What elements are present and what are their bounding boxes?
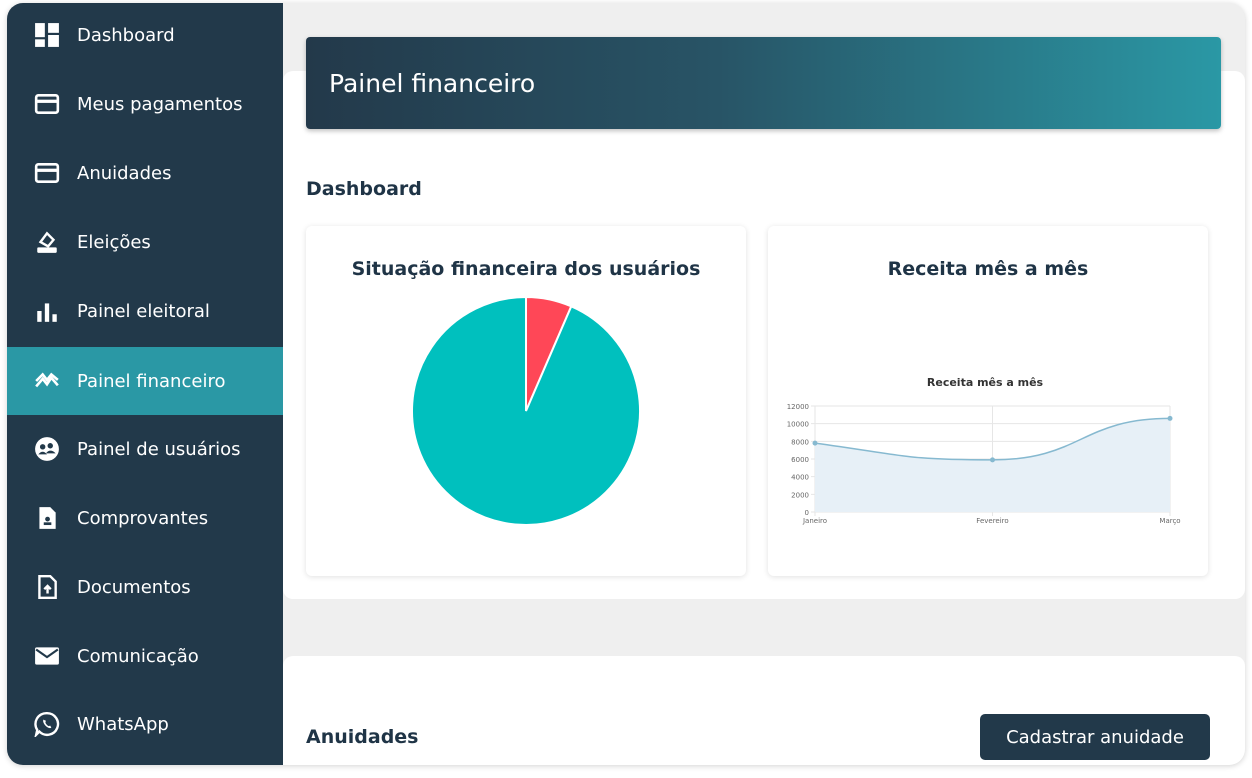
sidebar-item-label: Meus pagamentos: [77, 93, 243, 115]
trend-icon: [33, 367, 61, 395]
page-title-banner: Painel financeiro: [306, 37, 1221, 129]
document-upload-icon: [33, 573, 61, 601]
ballot-icon: [33, 228, 61, 256]
receipt-icon: [33, 504, 61, 532]
sidebar-item-label: Anuidades: [77, 162, 172, 184]
credit-card-icon: [33, 159, 61, 187]
y-tick-label: 4000: [791, 474, 809, 482]
anuidades-title: Anuidades: [306, 726, 419, 748]
dashboard-icon: [33, 21, 61, 49]
whatsapp-icon: [33, 710, 61, 738]
page-title: Painel financeiro: [329, 68, 536, 98]
y-tick-label: 0: [805, 509, 809, 517]
data-point[interactable]: [1167, 415, 1173, 421]
sidebar-item-label: Comunicação: [77, 645, 199, 667]
sidebar-item-painel-financeiro[interactable]: Painel financeiro: [7, 347, 283, 415]
mail-icon: [33, 642, 61, 670]
sidebar-item-comunicacao[interactable]: Comunicação: [7, 622, 283, 690]
dashboard-title: Dashboard: [306, 178, 422, 200]
pie-chart-card: Situação financeira dos usuários: [306, 226, 746, 576]
sidebar-item-anuidades[interactable]: Anuidades: [7, 139, 283, 207]
y-tick-label: 6000: [791, 456, 809, 464]
sidebar-item-label: Dashboard: [77, 24, 175, 46]
sidebar: Dashboard Meus pagamentos Anuidades Elei…: [7, 3, 283, 765]
sidebar-item-eleicoes[interactable]: Eleições: [7, 208, 283, 276]
area-chart: Receita mês a mês 0 2000 4000 6000 8000 10000 1…: [787, 376, 1181, 525]
sidebar-item-label: Painel financeiro: [77, 370, 226, 392]
line-chart-card: Receita mês a mês Receita mês a mês 0 2000…: [768, 226, 1208, 576]
main-content: Painel financeiro Dashboard Situação fin…: [283, 3, 1245, 765]
y-tick-label: 12000: [787, 403, 809, 411]
sidebar-item-comprovantes[interactable]: Comprovantes: [7, 484, 283, 552]
pie-slice-1[interactable]: [411, 295, 641, 526]
sidebar-item-label: Painel eleitoral: [77, 300, 210, 322]
sidebar-item-label: WhatsApp: [77, 713, 169, 735]
sidebar-item-documentos[interactable]: Documentos: [7, 553, 283, 621]
app-window: Dashboard Meus pagamentos Anuidades Elei…: [7, 3, 1245, 765]
sidebar-item-dashboard[interactable]: Dashboard: [7, 3, 283, 69]
x-tick-label: Fevereiro: [976, 517, 1008, 525]
sidebar-item-label: Comprovantes: [77, 507, 209, 529]
data-point[interactable]: [990, 457, 995, 463]
sidebar-item-meus-pagamentos[interactable]: Meus pagamentos: [7, 70, 283, 138]
sidebar-item-whatsapp[interactable]: WhatsApp: [7, 690, 283, 758]
bar-chart-icon: [33, 297, 61, 325]
users-icon: [33, 435, 61, 463]
y-tick-label: 2000: [791, 491, 809, 499]
sidebar-item-painel-eleitoral[interactable]: Painel eleitoral: [7, 277, 283, 345]
y-tick-label: 10000: [787, 421, 809, 429]
chart-inner-title: Receita mês a mês: [927, 376, 1044, 389]
y-tick-label: 8000: [791, 438, 809, 446]
data-point[interactable]: [812, 440, 818, 446]
pie-chart: [411, 295, 641, 526]
credit-card-icon: [33, 90, 61, 118]
sidebar-item-label: Documentos: [77, 576, 191, 598]
sidebar-item-label: Eleições: [77, 231, 151, 253]
add-anuidade-button[interactable]: Cadastrar anuidade: [980, 714, 1210, 760]
x-tick-label: Março: [1159, 517, 1180, 525]
x-tick-label: Janeiro: [802, 517, 827, 525]
sidebar-item-label: Painel de usuários: [77, 438, 241, 460]
sidebar-item-painel-de-usuarios[interactable]: Painel de usuários: [7, 415, 283, 483]
